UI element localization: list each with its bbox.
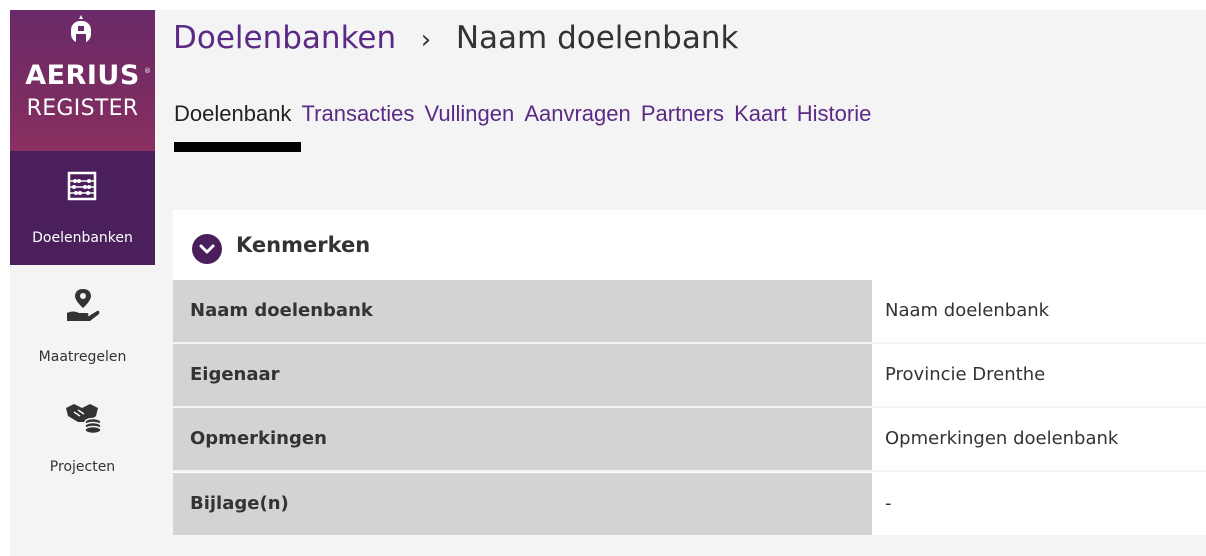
breadcrumb: Doelenbanken › Naam doelenbank [173,20,738,56]
row-label: Opmerkingen [173,408,872,470]
sidebar-item-doelenbanken[interactable]: Doelenbanken [10,151,155,265]
sidebar-item-label: Doelenbanken [32,230,133,246]
row-label: Bijlage(n) [173,473,872,535]
hand-location-pin-icon [67,289,100,321]
abacus-icon [67,171,97,201]
row-value: - [872,473,1206,535]
tab-vullingen[interactable]: Vullingen [425,101,515,127]
sidebar-item-projecten[interactable]: Projecten [10,385,155,495]
table-row: Opmerkingen Opmerkingen doelenbank [173,408,1206,470]
panel-header[interactable]: Kenmerken [173,210,1206,280]
aerius-register-logo[interactable]: AERIUS ® REGISTER [10,10,155,151]
collapse-toggle-button[interactable] [192,234,222,264]
tab-partners[interactable]: Partners [641,101,724,127]
breadcrumb-current: Naam doelenbank [455,20,739,56]
registered-mark: ® [144,67,151,75]
table-row: Bijlage(n) - [173,473,1206,535]
row-value: Provincie Drenthe [872,344,1206,406]
panel-title: Kenmerken [236,233,371,257]
sidebar-item-maatregelen[interactable]: Maatregelen [10,275,155,385]
breadcrumb-separator-icon: › [420,25,432,55]
tab-historie[interactable]: Historie [797,101,872,127]
brand-product: REGISTER [26,96,139,121]
row-label: Naam doelenbank [173,280,872,342]
panel-footer-spacer [173,535,1206,556]
row-divider [173,470,1206,472]
main-content: Doelenbanken › Naam doelenbank Doelenban… [155,10,1206,556]
row-label: Eigenaar [173,344,872,406]
tab-kaart[interactable]: Kaart [734,101,787,127]
chevron-down-icon [199,244,215,254]
table-row: Eigenaar Provincie Drenthe [173,344,1206,406]
breadcrumb-link-doelenbanken[interactable]: Doelenbanken [173,20,396,56]
kenmerken-panel: Kenmerken Naam doelenbank Naam doelenban… [173,210,1206,556]
tab-aanvragen[interactable]: Aanvragen [524,101,630,127]
tab-doelenbank[interactable]: Doelenbank [174,101,291,127]
handshake-coins-icon [66,404,102,434]
tab-transacties[interactable]: Transacties [302,101,415,127]
sidebar-item-label: Maatregelen [38,349,127,365]
tab-bar: Doelenbank Transacties Vullingen Aanvrag… [174,101,876,127]
sidebar: AERIUS ® REGISTER Doelenbanken Maatregel… [10,10,155,556]
aerius-mark-icon [71,15,91,43]
brand-name: AERIUS [25,60,140,91]
row-value: Opmerkingen doelenbank [872,408,1206,470]
sidebar-item-label: Projecten [49,459,116,475]
row-value: Naam doelenbank [872,280,1206,342]
table-row: Naam doelenbank Naam doelenbank [173,280,1206,342]
active-tab-indicator [174,142,301,152]
